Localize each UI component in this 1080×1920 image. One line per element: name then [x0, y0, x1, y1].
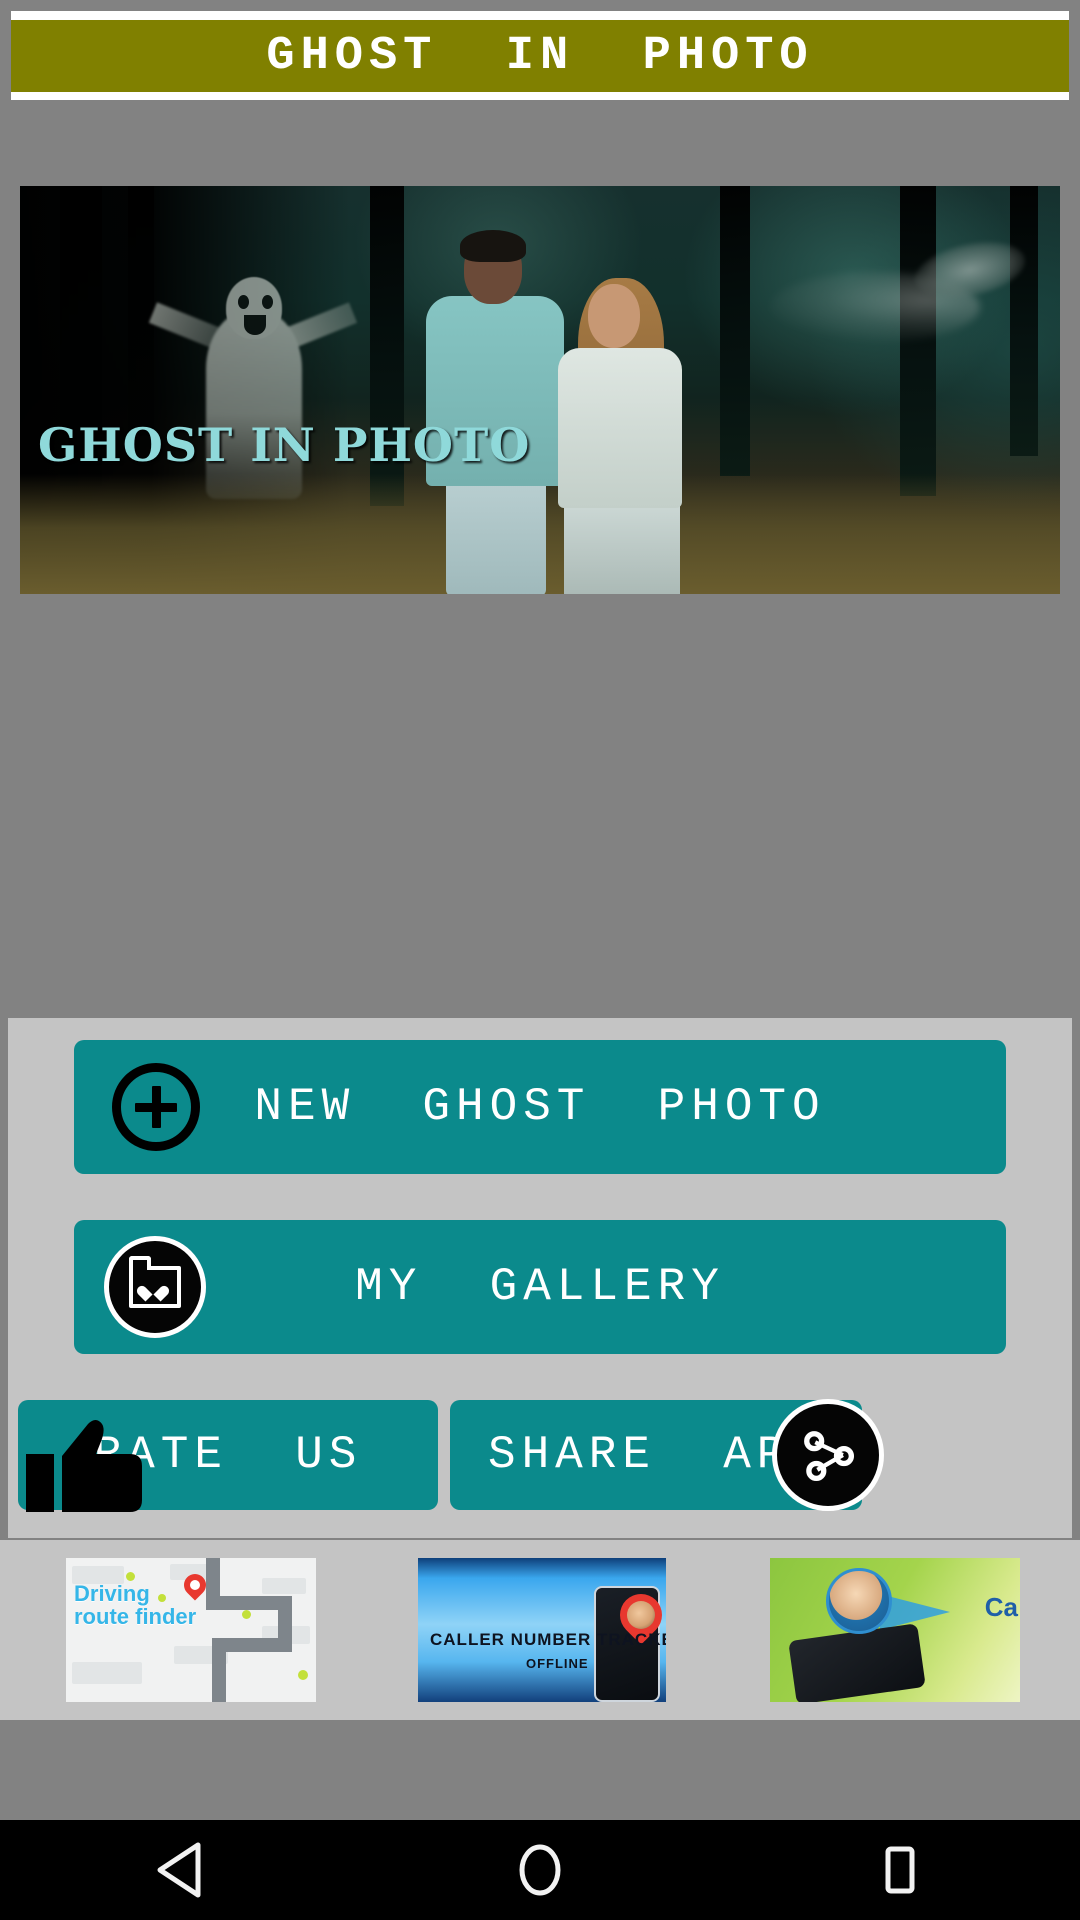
ad-banner-caller-app[interactable]: Ca: [770, 1558, 1020, 1702]
ad3-operator-avatar: [826, 1568, 892, 1634]
new-ghost-photo-label: NEW GHOST PHOTO: [254, 1081, 826, 1133]
preview-watermark: GHOST IN PHOTO: [38, 418, 531, 472]
man-legs: [446, 478, 546, 594]
page-title: GHOST IN PHOTO: [266, 29, 814, 83]
rate-us-button[interactable]: RATE US: [18, 1400, 438, 1512]
ad2-subtitle: OFFLINE: [526, 1656, 589, 1671]
woman-skirt: [564, 500, 680, 594]
tree-trunk: [720, 186, 750, 476]
ad-banner-driving-route-finder[interactable]: Driving route finder: [66, 1558, 316, 1702]
my-gallery-label: MY GALLERY: [355, 1261, 725, 1313]
woman-sweater: [558, 348, 682, 508]
ghost-arm: [148, 302, 221, 349]
person-woman: [540, 274, 700, 594]
share-app-button[interactable]: SHARE APP: [450, 1399, 884, 1511]
folder-shape: [129, 1256, 181, 1308]
back-button[interactable]: [105, 1820, 255, 1920]
recents-button[interactable]: [825, 1820, 975, 1920]
app-header-bar: GHOST IN PHOTO: [11, 20, 1069, 92]
ad1-title-line1: Driving: [74, 1581, 150, 1606]
new-ghost-photo-button[interactable]: NEW GHOST PHOTO: [74, 1040, 1006, 1174]
ad3-title: Ca: [984, 1592, 1018, 1622]
action-panel: NEW GHOST PHOTO MY GALLERY RATE US SHARE…: [8, 1018, 1072, 1538]
man-hair: [460, 230, 526, 262]
preview-image[interactable]: GHOST IN PHOTO: [20, 186, 1060, 594]
ghost-mouth: [244, 315, 266, 335]
android-navigation-bar: [0, 1820, 1080, 1920]
my-gallery-button[interactable]: MY GALLERY: [74, 1220, 1006, 1354]
smoke-ghost: [770, 232, 1031, 374]
app-screen: GHOST IN PHOTO GHOST IN PHOTO NEW GHOST …: [0, 0, 1080, 1920]
folder-heart-icon: [104, 1236, 206, 1338]
ghost-eye: [238, 295, 249, 309]
heart-shape: [144, 1283, 162, 1299]
thumbs-up-icon: [26, 1418, 146, 1512]
app-header: GHOST IN PHOTO: [11, 11, 1069, 100]
ad1-title-line2: route finder: [74, 1604, 197, 1630]
share-nodes-icon: [772, 1399, 884, 1511]
ghost-eye: [262, 295, 273, 309]
plus-circle-icon: [112, 1063, 200, 1151]
woman-head: [588, 284, 640, 348]
ad-banner-caller-number-tracker[interactable]: CALLER NUMBER TRACKER OFFLINE: [418, 1558, 666, 1702]
ad2-avatar: [621, 1595, 661, 1635]
home-button[interactable]: [465, 1820, 615, 1920]
ad-strip: Driving route finder CALLER NUMBER TRACK…: [0, 1540, 1080, 1720]
ad2-title: CALLER NUMBER TRACKER: [430, 1630, 666, 1649]
ad1-title: Driving route finder: [74, 1582, 234, 1628]
